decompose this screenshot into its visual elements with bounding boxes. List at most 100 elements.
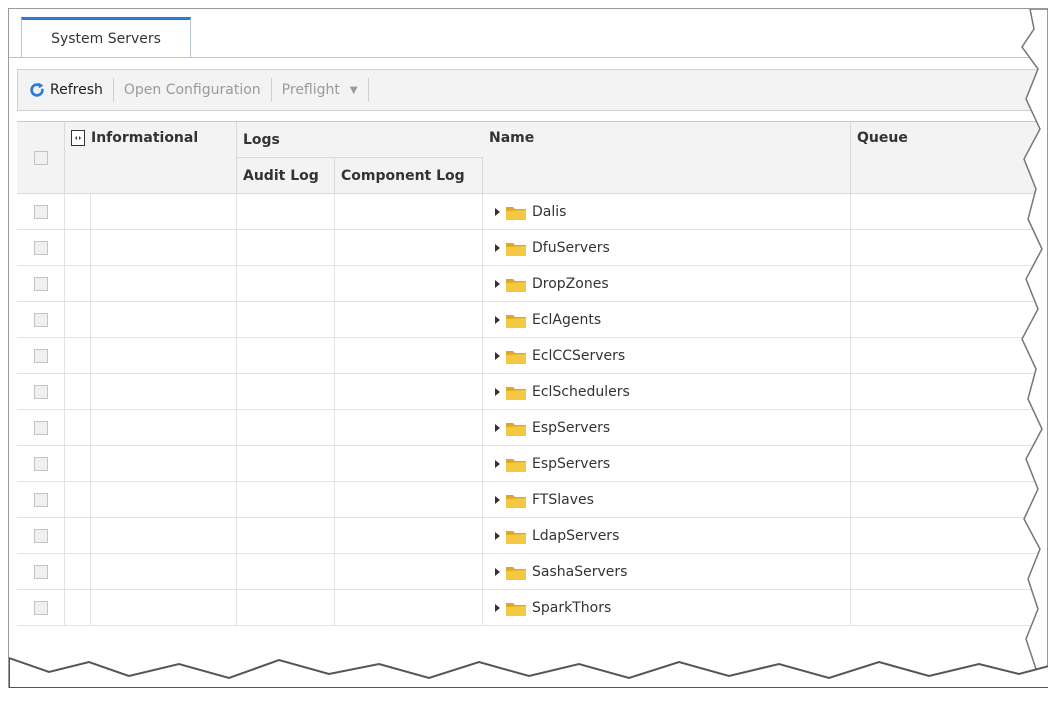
row-audit-log-cell xyxy=(237,446,335,482)
table-row[interactable]: FTSlaves xyxy=(17,482,1048,518)
row-checkbox[interactable] xyxy=(33,601,48,615)
table-row[interactable]: LdapServers xyxy=(17,518,1048,554)
preflight-dropdown[interactable]: Preflight ▼ xyxy=(272,70,368,110)
row-info-cell xyxy=(65,266,91,302)
row-name-cell: FTSlaves xyxy=(483,482,851,518)
row-informational-cell xyxy=(91,482,237,518)
server-group-name: FTSlaves xyxy=(532,492,594,508)
expander-arrow-icon[interactable] xyxy=(495,388,500,396)
row-audit-log-cell xyxy=(237,194,335,230)
row-select-cell xyxy=(17,194,65,230)
table-row[interactable]: SashaServers xyxy=(17,554,1048,590)
row-component-log-cell xyxy=(335,374,483,410)
expander-arrow-icon[interactable] xyxy=(495,316,500,324)
row-checkbox[interactable] xyxy=(33,313,48,327)
row-name-cell: SparkThors xyxy=(483,590,851,626)
row-name-cell: DfuServers xyxy=(483,230,851,266)
tab-system-servers[interactable]: System Servers xyxy=(21,17,191,57)
table-row[interactable]: DropZones xyxy=(17,266,1048,302)
row-checkbox[interactable] xyxy=(33,421,48,435)
row-info-cell xyxy=(65,482,91,518)
row-checkbox[interactable] xyxy=(33,241,48,255)
row-component-log-cell xyxy=(335,518,483,554)
folder-icon xyxy=(506,422,526,436)
table-row[interactable]: EclSchedulers xyxy=(17,374,1048,410)
row-info-cell xyxy=(65,518,91,554)
row-select-cell xyxy=(17,266,65,302)
row-info-cell xyxy=(65,194,91,230)
row-checkbox[interactable] xyxy=(33,493,48,507)
expander-arrow-icon[interactable] xyxy=(495,604,500,612)
expander-arrow-icon[interactable] xyxy=(495,208,500,216)
row-select-cell xyxy=(17,482,65,518)
expander-arrow-icon[interactable] xyxy=(495,424,500,432)
select-all-checkbox[interactable] xyxy=(33,150,48,165)
torn-edge-right xyxy=(1021,9,1048,688)
row-audit-log-cell xyxy=(237,302,335,338)
row-audit-log-cell xyxy=(237,518,335,554)
row-informational-cell xyxy=(91,446,237,482)
servers-grid: Informational Logs Audit Log Component L… xyxy=(17,121,1048,626)
server-group-name: EspServers xyxy=(532,456,611,472)
row-informational-cell xyxy=(91,230,237,266)
row-info-cell xyxy=(65,446,91,482)
table-row[interactable]: Dalis xyxy=(17,194,1048,230)
expander-arrow-icon[interactable] xyxy=(495,280,500,288)
row-checkbox[interactable] xyxy=(33,349,48,363)
table-row[interactable]: EspServers xyxy=(17,446,1048,482)
row-name-cell: SashaServers xyxy=(483,554,851,590)
folder-icon xyxy=(506,602,526,616)
row-name-cell: EclSchedulers xyxy=(483,374,851,410)
refresh-button[interactable]: Refresh xyxy=(18,70,113,110)
expander-arrow-icon[interactable] xyxy=(495,460,500,468)
expander-arrow-icon[interactable] xyxy=(495,532,500,540)
expander-arrow-icon[interactable] xyxy=(495,496,500,504)
row-name-cell: LdapServers xyxy=(483,518,851,554)
row-checkbox[interactable] xyxy=(33,385,48,399)
row-component-log-cell xyxy=(335,554,483,590)
row-checkbox[interactable] xyxy=(33,457,48,471)
row-audit-log-cell xyxy=(237,482,335,518)
row-select-cell xyxy=(17,374,65,410)
expander-arrow-icon[interactable] xyxy=(495,568,500,576)
column-header-name[interactable]: Name xyxy=(483,122,851,194)
row-checkbox[interactable] xyxy=(33,277,48,291)
table-row[interactable]: EclAgents xyxy=(17,302,1048,338)
column-header-audit-log[interactable]: Audit Log xyxy=(237,158,335,194)
row-checkbox[interactable] xyxy=(33,205,48,219)
row-informational-cell xyxy=(91,554,237,590)
row-select-cell xyxy=(17,446,65,482)
row-checkbox[interactable] xyxy=(33,529,48,543)
toolbar: Refresh Open Configuration Preflight ▼ xyxy=(17,69,1048,111)
server-group-name: Dalis xyxy=(532,204,567,220)
row-audit-log-cell xyxy=(237,590,335,626)
column-header-informational[interactable]: Informational xyxy=(65,122,237,194)
row-audit-log-cell xyxy=(237,374,335,410)
server-group-name: SashaServers xyxy=(532,564,628,580)
row-name-cell: EclAgents xyxy=(483,302,851,338)
row-audit-log-cell xyxy=(237,554,335,590)
row-checkbox[interactable] xyxy=(33,565,48,579)
open-configuration-button[interactable]: Open Configuration xyxy=(114,70,271,110)
table-row[interactable]: EspServers xyxy=(17,410,1048,446)
row-name-cell: EspServers xyxy=(483,410,851,446)
row-info-cell xyxy=(65,338,91,374)
tab-bar: System Servers xyxy=(9,9,1048,58)
table-row[interactable]: DfuServers xyxy=(17,230,1048,266)
row-component-log-cell xyxy=(335,338,483,374)
row-name-cell: EclCCServers xyxy=(483,338,851,374)
server-group-name: LdapServers xyxy=(532,528,620,544)
logs-label: Logs xyxy=(243,131,280,148)
table-row[interactable]: EclCCServers xyxy=(17,338,1048,374)
row-name-cell: EspServers xyxy=(483,446,851,482)
audit-log-label: Audit Log xyxy=(243,167,319,184)
expander-arrow-icon[interactable] xyxy=(495,244,500,252)
row-informational-cell xyxy=(91,374,237,410)
row-component-log-cell xyxy=(335,482,483,518)
table-row[interactable]: SparkThors xyxy=(17,590,1048,626)
expander-arrow-icon[interactable] xyxy=(495,352,500,360)
column-header-component-log[interactable]: Component Log xyxy=(335,158,483,194)
row-select-cell xyxy=(17,554,65,590)
column-header-logs: Logs xyxy=(237,122,483,158)
folder-icon xyxy=(506,278,526,292)
